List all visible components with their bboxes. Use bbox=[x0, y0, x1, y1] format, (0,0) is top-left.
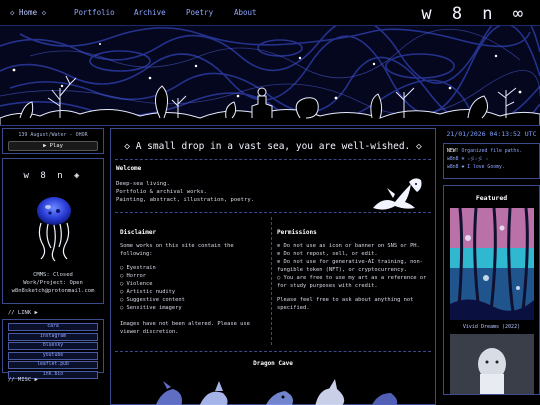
welcome-heading: Welcome bbox=[116, 165, 142, 172]
featured-box: Featured Vivid Dreams (2022) bbox=[443, 185, 540, 395]
list-item: ○ Sensitive imagery bbox=[120, 305, 182, 311]
nav-archive-link[interactable]: Archive bbox=[134, 8, 166, 17]
links-box: cara instagram bluesky youtube leaflet.p… bbox=[2, 319, 104, 379]
news-tag: NEW! bbox=[447, 149, 459, 154]
seafloor-banner-illustration bbox=[0, 26, 540, 125]
disclaimer-list: ○ Eyestrain ○ Horror ○ Violence ○ Artist… bbox=[120, 264, 267, 312]
featured-artwork-image[interactable] bbox=[450, 208, 534, 320]
list-item: ○ You are free to use my art as a refere… bbox=[277, 275, 427, 289]
news-text[interactable]: Organized file paths. bbox=[461, 149, 522, 154]
permissions-heading: Permissions bbox=[277, 229, 317, 236]
news-text: ☆彡☆彡 ☆ bbox=[467, 157, 489, 162]
commission-status: CMMS: Closed bbox=[33, 272, 73, 278]
link-instagram[interactable]: instagram bbox=[8, 332, 98, 341]
list-item: ○ Violence bbox=[120, 281, 153, 287]
work-status: Work/Project: Open bbox=[23, 280, 83, 286]
links-heading: // LINK ▶ bbox=[8, 310, 38, 316]
welcome-section: Welcome Deep-sea living. Portfolio & arc… bbox=[115, 159, 431, 213]
profile-name: w 8 n ◈ bbox=[23, 171, 83, 181]
disclaimer-heading: Disclaimer bbox=[120, 229, 157, 236]
jellyfish-avatar bbox=[37, 197, 71, 262]
welcome-line: Painting, abstract, illustration, poetry… bbox=[116, 197, 255, 203]
link-cara[interactable]: cara bbox=[8, 323, 98, 331]
music-player: 139 August/Water - OHOR ▶ Play bbox=[2, 128, 104, 154]
utc-clock: 21/01/2026 04:13:52 UTC bbox=[446, 130, 537, 138]
nav-poetry-link[interactable]: Poetry bbox=[186, 8, 213, 17]
main-content: ◇ A small drop in a vast sea, you are we… bbox=[110, 128, 436, 405]
dragon-cave-section: Dragon Cave bbox=[115, 351, 431, 405]
news-tag: w8n8 ❤ bbox=[447, 165, 465, 170]
list-item: ○ Horror bbox=[120, 273, 146, 279]
link-bluesky[interactable]: bluesky bbox=[8, 342, 98, 350]
list-item: ⊘ Do not use for generative-AI training,… bbox=[277, 259, 424, 273]
list-item: ○ Artistic nudity bbox=[120, 289, 176, 295]
featured-heading: Featured bbox=[475, 194, 508, 202]
nav-home-link[interactable]: ◇ Home ◇ bbox=[10, 8, 46, 17]
news-box: NEW! Organized file paths. w8n8 ❄ ☆彡☆彡 ☆… bbox=[443, 143, 540, 179]
list-item: ⊘ Do not use as icon or banner on SNS or… bbox=[277, 243, 420, 249]
right-sidebar: 21/01/2026 04:13:52 UTC NEW! Organized f… bbox=[443, 128, 540, 405]
welcome-line: Portfolio & archival works. bbox=[116, 189, 207, 195]
permissions-list: ⊘ Do not use as icon or banner on SNS or… bbox=[277, 242, 431, 290]
disclaimer-outro: Images have not been altered. Please use… bbox=[120, 321, 250, 335]
left-sidebar: 139 August/Water - OHOR ▶ Play w 8 n ◈ C… bbox=[2, 128, 104, 405]
link-youtube[interactable]: youtube bbox=[8, 351, 98, 360]
header-banner bbox=[0, 26, 540, 126]
link-leaflet[interactable]: leaflet.pub bbox=[8, 361, 98, 369]
disclaimer-section: Disclaimer Some works on this site conta… bbox=[115, 217, 267, 345]
list-item: ○ Suggestive content bbox=[120, 297, 185, 303]
profile-card: w 8 n ◈ CMMS: Closed Work/Project: Open … bbox=[2, 158, 104, 304]
permissions-section: Permissions ⊘ Do not use as icon or bann… bbox=[271, 217, 431, 345]
site-brand[interactable]: w 8 n ∞ bbox=[421, 4, 528, 24]
play-button[interactable]: ▶ Play bbox=[8, 141, 98, 151]
dragon-sprites[interactable] bbox=[115, 367, 431, 405]
welcome-text: Deep-sea living. Portfolio & archival wo… bbox=[116, 180, 254, 204]
welcome-line: Deep-sea living. bbox=[116, 181, 170, 187]
dragon-cave-heading: Dragon Cave bbox=[253, 360, 293, 367]
featured-artwork-image-2[interactable] bbox=[450, 334, 534, 394]
news-item: NEW! Organized file paths. bbox=[447, 148, 536, 156]
contact-email[interactable]: w8n8sketch@protonmail.com bbox=[3, 287, 103, 295]
disclaimer-intro: Some works on this site contain the foll… bbox=[120, 243, 234, 257]
nav-about-link[interactable]: About bbox=[234, 8, 257, 17]
fish-illustration bbox=[373, 178, 422, 210]
misc-heading: // MISC ▶ bbox=[8, 377, 38, 383]
featured-caption[interactable]: Vivid Dreams (2022) bbox=[444, 324, 539, 330]
profile-status: CMMS: Closed Work/Project: Open w8n8sket… bbox=[3, 271, 103, 295]
news-item: w8n8 ❄ ☆彡☆彡 ☆ bbox=[447, 156, 536, 164]
news-item: w8n8 ❤ I love Goomy. bbox=[447, 164, 536, 172]
top-nav: ◇ Home ◇ Portfolio Archive Poetry About … bbox=[0, 0, 540, 26]
permissions-outro: Please feel free to ask about anything n… bbox=[277, 297, 414, 311]
player-track-title: 139 August/Water - OHOR bbox=[18, 132, 88, 138]
page-title: ◇ A small drop in a vast sea, you are we… bbox=[124, 141, 422, 152]
list-item: ⊘ Do not repost, sell, or edit. bbox=[277, 251, 378, 257]
nav-portfolio-link[interactable]: Portfolio bbox=[74, 8, 115, 17]
list-item: ○ Eyestrain bbox=[120, 265, 156, 271]
news-tag: w8n8 ❄ bbox=[447, 157, 465, 162]
news-text: I love Goomy. bbox=[467, 165, 505, 170]
